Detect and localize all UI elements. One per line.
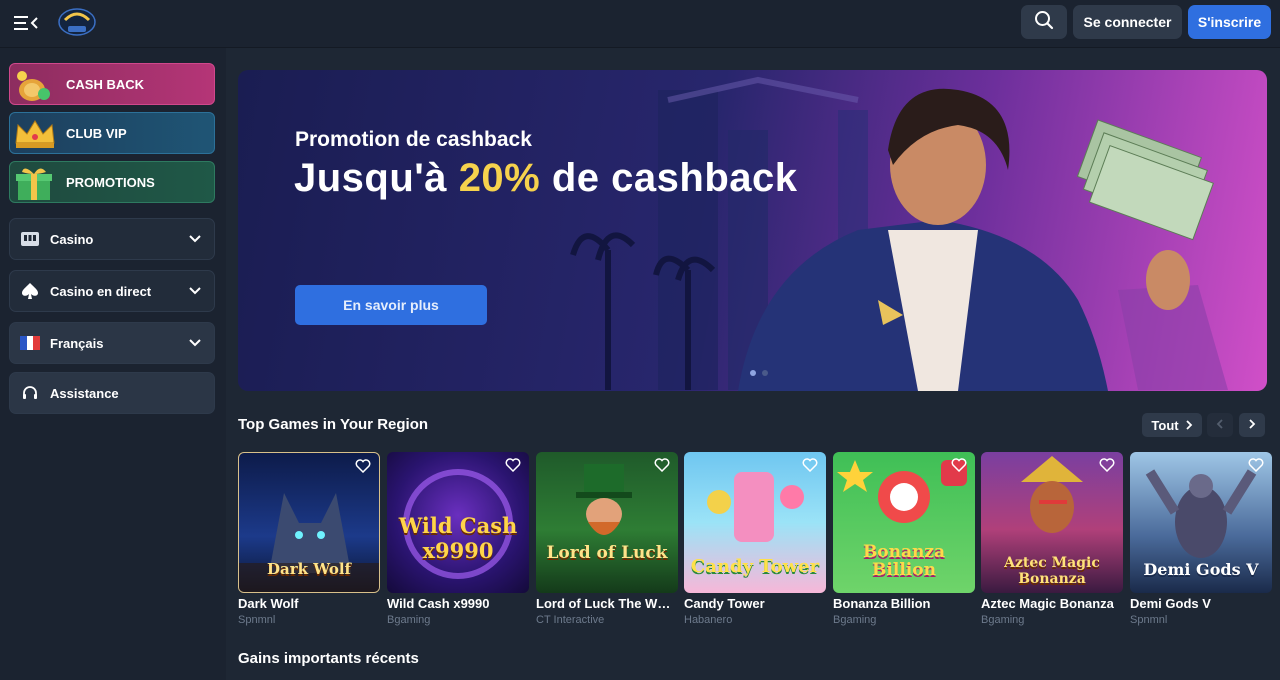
see-all-button[interactable]: Tout (1142, 413, 1202, 437)
chevron-down-icon (188, 336, 202, 353)
search-icon (1034, 10, 1054, 35)
sidebar-promo-label: PROMOTIONS (66, 174, 155, 190)
sidebar-promo-label: CLUB VIP (66, 125, 127, 141)
banner-title-suffix: de cashback (551, 156, 798, 200)
sidebar-promo-promotions[interactable]: PROMOTIONS (9, 161, 215, 203)
game-provider: CT Interactive (536, 614, 605, 626)
game-thumbnail[interactable]: Demi Gods V (1130, 452, 1272, 593)
game-provider: Bgaming (387, 614, 431, 626)
slot-machine-icon (10, 230, 50, 248)
heart-icon[interactable] (1099, 458, 1115, 477)
signup-button[interactable]: S'inscrire (1188, 5, 1271, 39)
crown-icon (10, 113, 60, 153)
game-card[interactable]: Wild Cash x9990 Wild Cash x9990 Bgaming (387, 452, 529, 626)
sidebar-item-support[interactable]: Assistance (9, 372, 215, 414)
game-card[interactable]: Bonanza Billion Bonanza Billion Bgaming (833, 452, 975, 626)
heart-icon[interactable] (951, 458, 967, 477)
game-thumbnail[interactable]: Wild Cash x9990 (387, 452, 529, 593)
heart-icon[interactable] (1248, 458, 1264, 477)
top-header: Se connecter S'inscrire (0, 0, 1280, 48)
banner-pagination (750, 370, 768, 376)
sidebar-item-language[interactable]: Français (9, 322, 215, 364)
search-button[interactable] (1021, 5, 1067, 39)
game-art-title: Lord of Luck (546, 543, 668, 563)
game-art-title: Dark Wolf (266, 560, 352, 578)
game-name[interactable]: Dark Wolf (238, 596, 378, 611)
carousel-prev-button[interactable] (1207, 413, 1233, 437)
game-card[interactable]: Aztec Magic Bonanza Aztec Magic Bonanza … (981, 452, 1123, 626)
game-provider: Bgaming (833, 614, 877, 626)
game-provider: Spnmnl (1130, 614, 1168, 626)
game-art-title: Candy Tower (690, 556, 820, 577)
heart-icon[interactable] (654, 458, 670, 477)
game-thumbnail[interactable]: Bonanza Billion (833, 452, 975, 593)
sidebar-item-label: Casino (50, 231, 94, 247)
chevron-left-icon (1216, 416, 1224, 434)
sidebar-item-live-casino[interactable]: Casino en direct (9, 270, 215, 312)
sidebar-promo-label: CASH BACK (66, 76, 144, 92)
game-name[interactable]: Lord of Luck The Wheel (536, 596, 676, 611)
game-art-title: Demi Gods V (1143, 560, 1259, 579)
game-card[interactable]: Candy Tower Candy Tower Habanero (684, 452, 826, 626)
banner-title: Jusqu'à 20% de cashback (294, 156, 798, 201)
chevron-down-icon (188, 284, 202, 301)
game-provider: Bgaming (981, 614, 1025, 626)
game-provider: Habanero (684, 614, 733, 626)
site-logo[interactable] (56, 6, 98, 40)
banner-title-prefix: Jusqu'à (294, 156, 448, 200)
game-thumbnail[interactable]: Aztec Magic Bonanza (981, 452, 1123, 593)
game-thumbnail[interactable]: Lord of Luck (536, 452, 678, 593)
heart-icon[interactable] (355, 459, 371, 478)
game-art-title: Aztec Magic Bonanza (1004, 555, 1100, 587)
heart-icon[interactable] (505, 458, 521, 477)
heart-icon[interactable] (802, 458, 818, 477)
gift-icon (10, 162, 60, 202)
game-art-title: Wild Cash x9990 (398, 513, 518, 563)
banner-title-accent: 20% (458, 156, 541, 200)
game-thumbnail[interactable]: Candy Tower (684, 452, 826, 593)
sidebar-promo-vip[interactable]: CLUB VIP (9, 112, 215, 154)
promo-banner[interactable]: Promotion de cashback Jusqu'à 20% de cas… (238, 70, 1267, 391)
chevron-right-icon (1185, 418, 1193, 433)
banner-dot[interactable] (750, 370, 756, 376)
recent-wins-title: Gains importants récents (238, 650, 419, 667)
game-thumbnail[interactable]: Dark Wolf (238, 452, 380, 593)
chevron-right-icon (1248, 416, 1256, 434)
login-button[interactable]: Se connecter (1073, 5, 1182, 39)
sidebar-item-label: Assistance (50, 385, 119, 401)
top-games-title: Top Games in Your Region (238, 416, 429, 433)
game-name[interactable]: Bonanza Billion (833, 596, 973, 611)
learn-more-button[interactable]: En savoir plus (295, 285, 487, 325)
game-card[interactable]: Demi Gods V Demi Gods V Spnmnl (1130, 452, 1272, 626)
sidebar-item-label: Français (50, 335, 104, 351)
sidebar-item-casino[interactable]: Casino (9, 218, 215, 260)
game-card[interactable]: Lord of Luck Lord of Luck The Wheel CT I… (536, 452, 678, 626)
banner-dot[interactable] (762, 370, 768, 376)
see-all-label: Tout (1151, 417, 1179, 433)
game-provider: Spnmnl (238, 614, 276, 626)
sidebar-promo-cashback[interactable]: CASH BACK (9, 63, 215, 105)
france-flag-icon (10, 336, 50, 350)
sidebar-item-label: Casino en direct (50, 283, 152, 299)
game-card[interactable]: Dark Wolf Dark Wolf Spnmnl (238, 452, 380, 626)
chevron-down-icon (188, 232, 202, 249)
game-name[interactable]: Candy Tower (684, 596, 824, 611)
headset-icon (10, 384, 50, 402)
game-name[interactable]: Aztec Magic Bonanza (981, 596, 1121, 611)
game-name[interactable]: Wild Cash x9990 (387, 596, 527, 611)
coins-bag-icon (10, 64, 60, 104)
game-art-title: Bonanza Billion (862, 542, 946, 580)
banner-subtitle: Promotion de cashback (295, 128, 532, 151)
banner-artwork (570, 76, 1228, 391)
menu-toggle-icon[interactable] (10, 10, 40, 36)
carousel-next-button[interactable] (1239, 413, 1265, 437)
game-name[interactable]: Demi Gods V (1130, 596, 1270, 611)
spade-icon (10, 282, 50, 300)
